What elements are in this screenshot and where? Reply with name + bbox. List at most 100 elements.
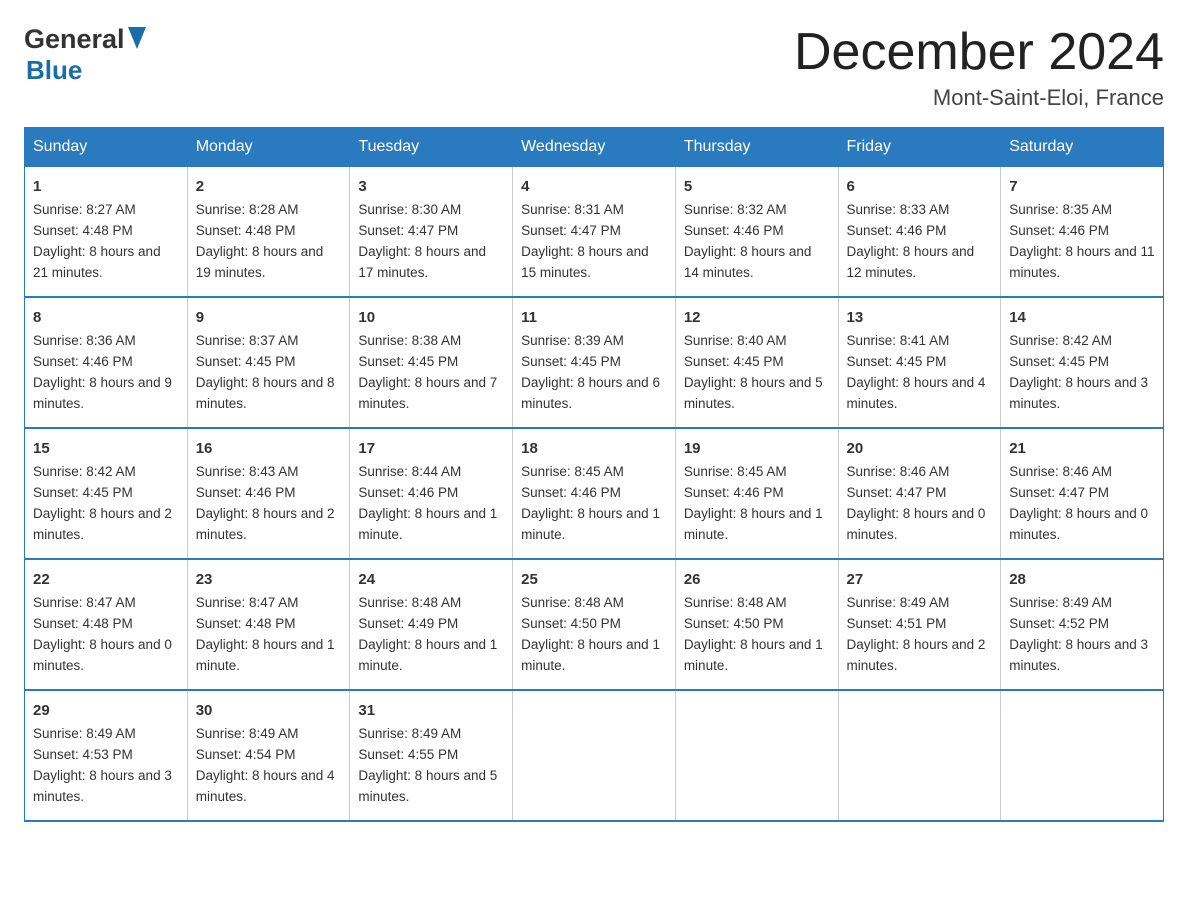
day-number: 15 bbox=[33, 437, 179, 460]
calendar-cell: 26Sunrise: 8:48 AMSunset: 4:50 PMDayligh… bbox=[675, 559, 838, 690]
sunset-label: Sunset: 4:47 PM bbox=[1009, 485, 1109, 500]
daylight-label: Daylight: 8 hours and 2 minutes. bbox=[196, 506, 335, 542]
calendar-cell: 22Sunrise: 8:47 AMSunset: 4:48 PMDayligh… bbox=[25, 559, 188, 690]
sunrise-label: Sunrise: 8:39 AM bbox=[521, 333, 624, 348]
sunrise-label: Sunrise: 8:27 AM bbox=[33, 202, 136, 217]
sunrise-label: Sunrise: 8:31 AM bbox=[521, 202, 624, 217]
calendar-cell: 8 Sunrise: 8:36 AM Sunset: 4:46 PM Daylight… bbox=[25, 297, 188, 428]
day-number: 27 bbox=[847, 568, 993, 591]
sunset-label: Sunset: 4:45 PM bbox=[521, 354, 621, 369]
calendar-cell: 14Sunrise: 8:42 AMSunset: 4:45 PMDayligh… bbox=[1001, 297, 1164, 428]
calendar-cell: 29Sunrise: 8:49 AMSunset: 4:53 PMDayligh… bbox=[25, 690, 188, 821]
day-number: 3 bbox=[358, 175, 504, 198]
sunrise-label: Sunrise: 8:41 AM bbox=[847, 333, 950, 348]
daylight-label: Daylight: 8 hours and 15 minutes. bbox=[521, 244, 649, 280]
day-header-wednesday: Wednesday bbox=[513, 128, 676, 167]
daylight-label: Daylight: 8 hours and 4 minutes. bbox=[847, 375, 986, 411]
day-number: 11 bbox=[521, 306, 667, 329]
day-number: 31 bbox=[358, 699, 504, 722]
sunrise-label: Sunrise: 8:42 AM bbox=[33, 464, 136, 479]
title-section: December 2024 Mont-Saint-Eloi, France bbox=[794, 24, 1164, 111]
daylight-label: Daylight: 8 hours and 3 minutes. bbox=[1009, 637, 1148, 673]
calendar-cell bbox=[838, 690, 1001, 821]
daylight-label: Daylight: 8 hours and 12 minutes. bbox=[847, 244, 975, 280]
sunset-label: Sunset: 4:45 PM bbox=[684, 354, 784, 369]
calendar-cell: 5Sunrise: 8:32 AMSunset: 4:46 PMDaylight… bbox=[675, 167, 838, 297]
sunset-label: Sunset: 4:55 PM bbox=[358, 747, 458, 762]
location: Mont-Saint-Eloi, France bbox=[794, 85, 1164, 111]
daylight-label: Daylight: 8 hours and 1 minute. bbox=[684, 637, 823, 673]
day-number: 9 bbox=[196, 306, 342, 329]
daylight-label: Daylight: 8 hours and 9 minutes. bbox=[33, 375, 172, 411]
day-number: 6 bbox=[847, 175, 993, 198]
sunset-label: Sunset: 4:53 PM bbox=[33, 747, 133, 762]
calendar-cell: 19Sunrise: 8:45 AMSunset: 4:46 PMDayligh… bbox=[675, 428, 838, 559]
sunrise-label: Sunrise: 8:46 AM bbox=[1009, 464, 1112, 479]
sunrise-label: Sunrise: 8:36 AM bbox=[33, 333, 136, 348]
day-number: 23 bbox=[196, 568, 342, 591]
sunset-label: Sunset: 4:45 PM bbox=[196, 354, 296, 369]
sunset-label: Sunset: 4:45 PM bbox=[358, 354, 458, 369]
day-header-tuesday: Tuesday bbox=[350, 128, 513, 167]
calendar-week-row: 22Sunrise: 8:47 AMSunset: 4:48 PMDayligh… bbox=[25, 559, 1164, 690]
sunset-label: Sunset: 4:46 PM bbox=[847, 223, 947, 238]
sunrise-label: Sunrise: 8:42 AM bbox=[1009, 333, 1112, 348]
sunset-label: Sunset: 4:47 PM bbox=[521, 223, 621, 238]
daylight-label: Daylight: 8 hours and 2 minutes. bbox=[847, 637, 986, 673]
daylight-label: Daylight: 8 hours and 1 minute. bbox=[521, 637, 660, 673]
sunrise-label: Sunrise: 8:49 AM bbox=[1009, 595, 1112, 610]
sunrise-label: Sunrise: 8:46 AM bbox=[847, 464, 950, 479]
sunset-label: Sunset: 4:46 PM bbox=[684, 485, 784, 500]
sunrise-label: Sunrise: 8:47 AM bbox=[33, 595, 136, 610]
sunrise-label: Sunrise: 8:33 AM bbox=[847, 202, 950, 217]
sunset-label: Sunset: 4:46 PM bbox=[33, 354, 133, 369]
day-number: 7 bbox=[1009, 175, 1155, 198]
sunrise-label: Sunrise: 8:49 AM bbox=[358, 726, 461, 741]
calendar-cell: 23Sunrise: 8:47 AMSunset: 4:48 PMDayligh… bbox=[187, 559, 350, 690]
day-header-monday: Monday bbox=[187, 128, 350, 167]
day-number: 17 bbox=[358, 437, 504, 460]
calendar-cell: 24Sunrise: 8:48 AMSunset: 4:49 PMDayligh… bbox=[350, 559, 513, 690]
logo-blue-text: Blue bbox=[26, 55, 146, 86]
calendar-cell: 11Sunrise: 8:39 AMSunset: 4:45 PMDayligh… bbox=[513, 297, 676, 428]
day-number: 13 bbox=[847, 306, 993, 329]
day-number: 26 bbox=[684, 568, 830, 591]
logo: General Blue bbox=[24, 24, 146, 86]
day-header-saturday: Saturday bbox=[1001, 128, 1164, 167]
day-number: 16 bbox=[196, 437, 342, 460]
calendar-cell: 20Sunrise: 8:46 AMSunset: 4:47 PMDayligh… bbox=[838, 428, 1001, 559]
sunrise-label: Sunrise: 8:48 AM bbox=[358, 595, 461, 610]
calendar-header-row: SundayMondayTuesdayWednesdayThursdayFrid… bbox=[25, 128, 1164, 167]
logo-arrow-icon bbox=[128, 27, 146, 54]
daylight-label: Daylight: 8 hours and 11 minutes. bbox=[1009, 244, 1154, 280]
calendar-cell: 9Sunrise: 8:37 AMSunset: 4:45 PMDaylight… bbox=[187, 297, 350, 428]
sunset-label: Sunset: 4:51 PM bbox=[847, 616, 947, 631]
day-number: 25 bbox=[521, 568, 667, 591]
sunset-label: Sunset: 4:46 PM bbox=[521, 485, 621, 500]
daylight-label: Daylight: 8 hours and 4 minutes. bbox=[196, 768, 335, 804]
sunrise-label: Sunrise: 8:43 AM bbox=[196, 464, 299, 479]
calendar-cell: 12Sunrise: 8:40 AMSunset: 4:45 PMDayligh… bbox=[675, 297, 838, 428]
calendar-cell: 10Sunrise: 8:38 AMSunset: 4:45 PMDayligh… bbox=[350, 297, 513, 428]
sunrise-label: Sunrise: 8:35 AM bbox=[1009, 202, 1112, 217]
sunrise-label: Sunrise: 8:37 AM bbox=[196, 333, 299, 348]
daylight-label: Daylight: 8 hours and 0 minutes. bbox=[1009, 506, 1148, 542]
sunset-label: Sunset: 4:46 PM bbox=[196, 485, 296, 500]
sunset-label: Sunset: 4:48 PM bbox=[33, 223, 133, 238]
day-number: 1 bbox=[33, 175, 179, 198]
daylight-label: Daylight: 8 hours and 1 minute. bbox=[358, 506, 497, 542]
calendar-cell: 31Sunrise: 8:49 AMSunset: 4:55 PMDayligh… bbox=[350, 690, 513, 821]
day-number: 8 bbox=[33, 306, 179, 329]
calendar-cell: 28Sunrise: 8:49 AMSunset: 4:52 PMDayligh… bbox=[1001, 559, 1164, 690]
calendar-cell: 1Sunrise: 8:27 AMSunset: 4:48 PMDaylight… bbox=[25, 167, 188, 297]
calendar-week-row: 15Sunrise: 8:42 AMSunset: 4:45 PMDayligh… bbox=[25, 428, 1164, 559]
sunrise-label: Sunrise: 8:32 AM bbox=[684, 202, 787, 217]
sunset-label: Sunset: 4:50 PM bbox=[684, 616, 784, 631]
sunset-label: Sunset: 4:46 PM bbox=[358, 485, 458, 500]
calendar-cell: 27Sunrise: 8:49 AMSunset: 4:51 PMDayligh… bbox=[838, 559, 1001, 690]
daylight-label: Daylight: 8 hours and 0 minutes. bbox=[847, 506, 986, 542]
daylight-label: Daylight: 8 hours and 1 minute. bbox=[196, 637, 335, 673]
daylight-label: Daylight: 8 hours and 14 minutes. bbox=[684, 244, 812, 280]
sunrise-label: Sunrise: 8:30 AM bbox=[358, 202, 461, 217]
day-number: 14 bbox=[1009, 306, 1155, 329]
